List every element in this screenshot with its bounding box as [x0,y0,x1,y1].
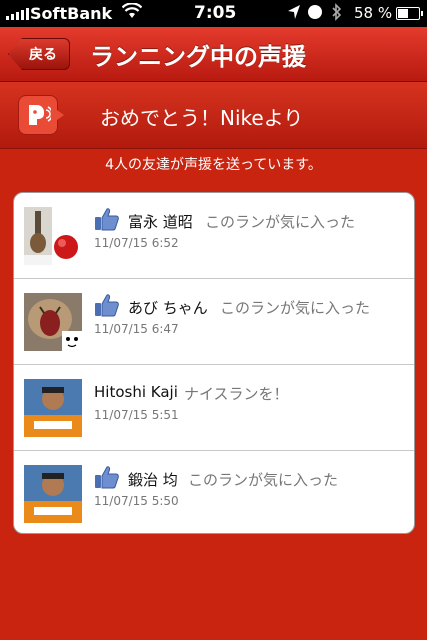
avatar [24,207,82,265]
like-thumbs-up-icon [94,465,120,493]
cheer-timestamp: 11/07/15 6:52 [94,236,179,250]
back-button[interactable]: 戻る [8,38,70,70]
like-thumbs-up-icon [94,207,120,235]
cheer-friend-name: Hitoshi Kaji [94,383,178,401]
cheer-friend-name: あび ちゃん [128,299,208,317]
cheer-friend-name: 富永 道昭 [128,213,193,231]
cheer-friend-name: 鍛治 均 [128,471,178,489]
battery-percent: 58 % [354,4,393,22]
cheer-row[interactable]: あび ちゃん このランが気に入った 11/07/15 6:47 [14,279,414,365]
status-time: 7:05 [194,3,237,23]
carrier-name: SoftBank [30,4,113,23]
navigation-bar: 戻る ランニング中の声援 [0,27,427,82]
cheer-timestamp: 11/07/15 5:51 [94,408,179,422]
cheer-timestamp: 11/07/15 6:47 [94,322,179,336]
cheer-list: 富永 道昭 このランが気に入った 11/07/15 6:52 あび ちゃん この… [13,192,415,534]
cheer-row[interactable]: Hitoshi Kaji ナイスランを！ 11/07/15 5:51 [14,365,414,451]
cheer-row[interactable]: 富永 道昭 このランが気に入った 11/07/15 6:52 [14,193,414,279]
banner-message: おめでとう！Nikeより [100,106,304,130]
avatar [24,379,82,437]
wifi-icon [121,2,143,23]
signal-strength-icon [6,8,29,20]
cheer-message: このランが気に入った [220,299,371,317]
bluetooth-icon [331,3,343,25]
avatar [24,465,82,523]
cheer-timestamp: 11/07/15 5:50 [94,494,179,508]
battery-icon [396,7,423,20]
page-title: ランニング中の声援 [90,43,306,71]
cheer-banner: おめでとう！Nikeより [0,82,427,149]
status-bar: SoftBank 7:05 58 % [0,0,427,27]
avatar [24,293,82,351]
battery-fill [398,9,409,18]
like-thumbs-up-icon [94,293,120,321]
location-arrow-icon [287,4,301,24]
cheer-message: このランが気に入った [205,213,356,231]
alarm-clock-icon [308,5,322,19]
cheer-row[interactable]: 鍛治 均 このランが気に入った 11/07/15 5:50 [14,451,414,533]
cheer-count-text: 4人の友達が声援を送っています。 [105,157,322,173]
cheer-message: ナイスランを！ [184,385,289,403]
cheer-speaker-icon [18,95,64,135]
cheer-message: このランが気に入った [188,471,339,489]
